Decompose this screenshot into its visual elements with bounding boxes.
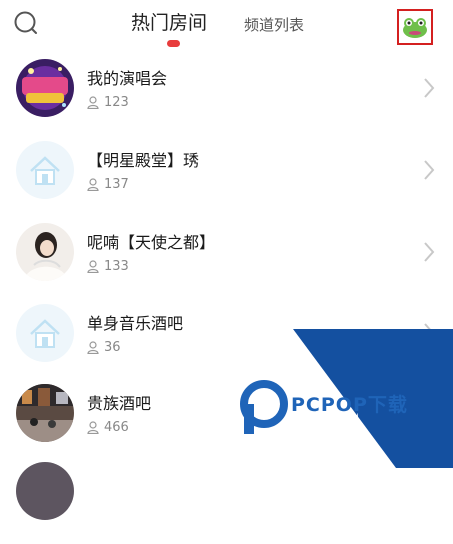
room-row[interactable] [0, 462, 453, 544]
member-count-text: 36 [104, 340, 121, 355]
tab-hot-rooms[interactable]: 热门房间 [131, 11, 207, 35]
app-header: 热门房间 频道列表 [0, 0, 453, 56]
profile-avatar-button[interactable] [397, 9, 433, 45]
room-thumbnail [16, 223, 74, 281]
person-icon [87, 341, 99, 354]
room-thumbnail [16, 304, 74, 362]
room-name: 【明星殿堂】琇 [87, 151, 200, 170]
room-row[interactable]: 单身音乐酒吧 36 [0, 304, 453, 386]
home-placeholder-icon [30, 156, 60, 185]
member-count-text: 123 [104, 95, 129, 110]
room-member-count: 137 [87, 177, 129, 192]
room-member-count: 133 [87, 259, 129, 274]
room-member-count: 36 [87, 340, 121, 355]
active-tab-indicator [167, 40, 180, 47]
member-count-text: 133 [104, 259, 129, 274]
chevron-right-icon [424, 323, 435, 343]
member-count-text: 137 [104, 177, 129, 192]
person-icon [87, 96, 99, 109]
street-photo-image [16, 384, 74, 442]
room-thumbnail [16, 462, 74, 520]
member-count-text: 466 [104, 420, 129, 435]
concert-stage-image [16, 59, 74, 117]
girl-photo-image [16, 223, 74, 281]
room-row[interactable]: 我的演唱会 123 [0, 59, 453, 141]
room-row[interactable]: 【明星殿堂】琇 137 [0, 141, 453, 223]
room-thumbnail [16, 141, 74, 199]
room-member-count: 123 [87, 95, 129, 110]
tab-channel-list[interactable]: 频道列表 [244, 13, 304, 37]
person-icon [87, 421, 99, 434]
room-name: 单身音乐酒吧 [87, 314, 184, 333]
person-icon [87, 260, 99, 273]
person-icon [87, 178, 99, 191]
room-name: 贵族酒吧 [87, 394, 152, 413]
room-thumbnail [16, 384, 74, 442]
watermark-subtext: PCPOP Download [292, 413, 360, 421]
room-thumbnail [16, 59, 74, 117]
chevron-right-icon [424, 160, 435, 180]
room-member-count: 466 [87, 420, 129, 435]
frog-avatar-icon [403, 18, 427, 38]
chevron-right-icon [424, 242, 435, 262]
chevron-right-icon [424, 78, 435, 98]
search-icon[interactable] [12, 9, 40, 37]
room-name: 我的演唱会 [87, 69, 168, 88]
room-name: 呢喃【天使之都】 [87, 233, 216, 252]
room-row[interactable]: 呢喃【天使之都】 133 [0, 223, 453, 305]
home-placeholder-icon [30, 319, 60, 348]
